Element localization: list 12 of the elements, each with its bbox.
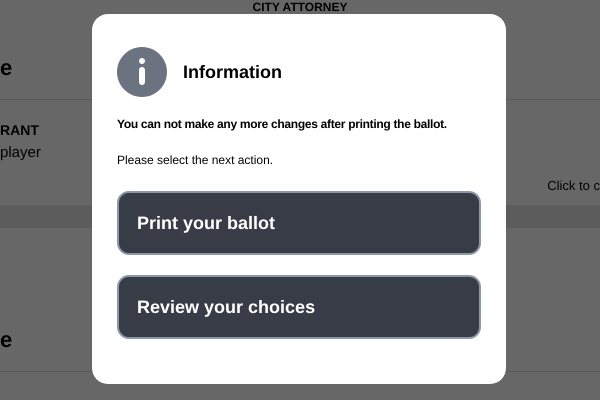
contest-title: CITY ATTORNEY: [252, 1, 348, 13]
info-icon: [117, 47, 167, 97]
dialog-title: Information: [183, 60, 282, 84]
candidate-name: RANT: [0, 122, 40, 140]
section-heading: e: [0, 329, 12, 351]
candidate-party: player: [0, 144, 41, 162]
section-heading: e: [0, 55, 12, 80]
warning-text: You can not make any more changes after printing the ballot.: [117, 116, 448, 133]
message-text: Please select the next action.: [117, 152, 274, 169]
hint-text: Click to c: [547, 176, 600, 194]
action-button[interactable]: Print your ballot: [117, 191, 481, 255]
action-button[interactable]: Review your choices: [117, 275, 481, 339]
